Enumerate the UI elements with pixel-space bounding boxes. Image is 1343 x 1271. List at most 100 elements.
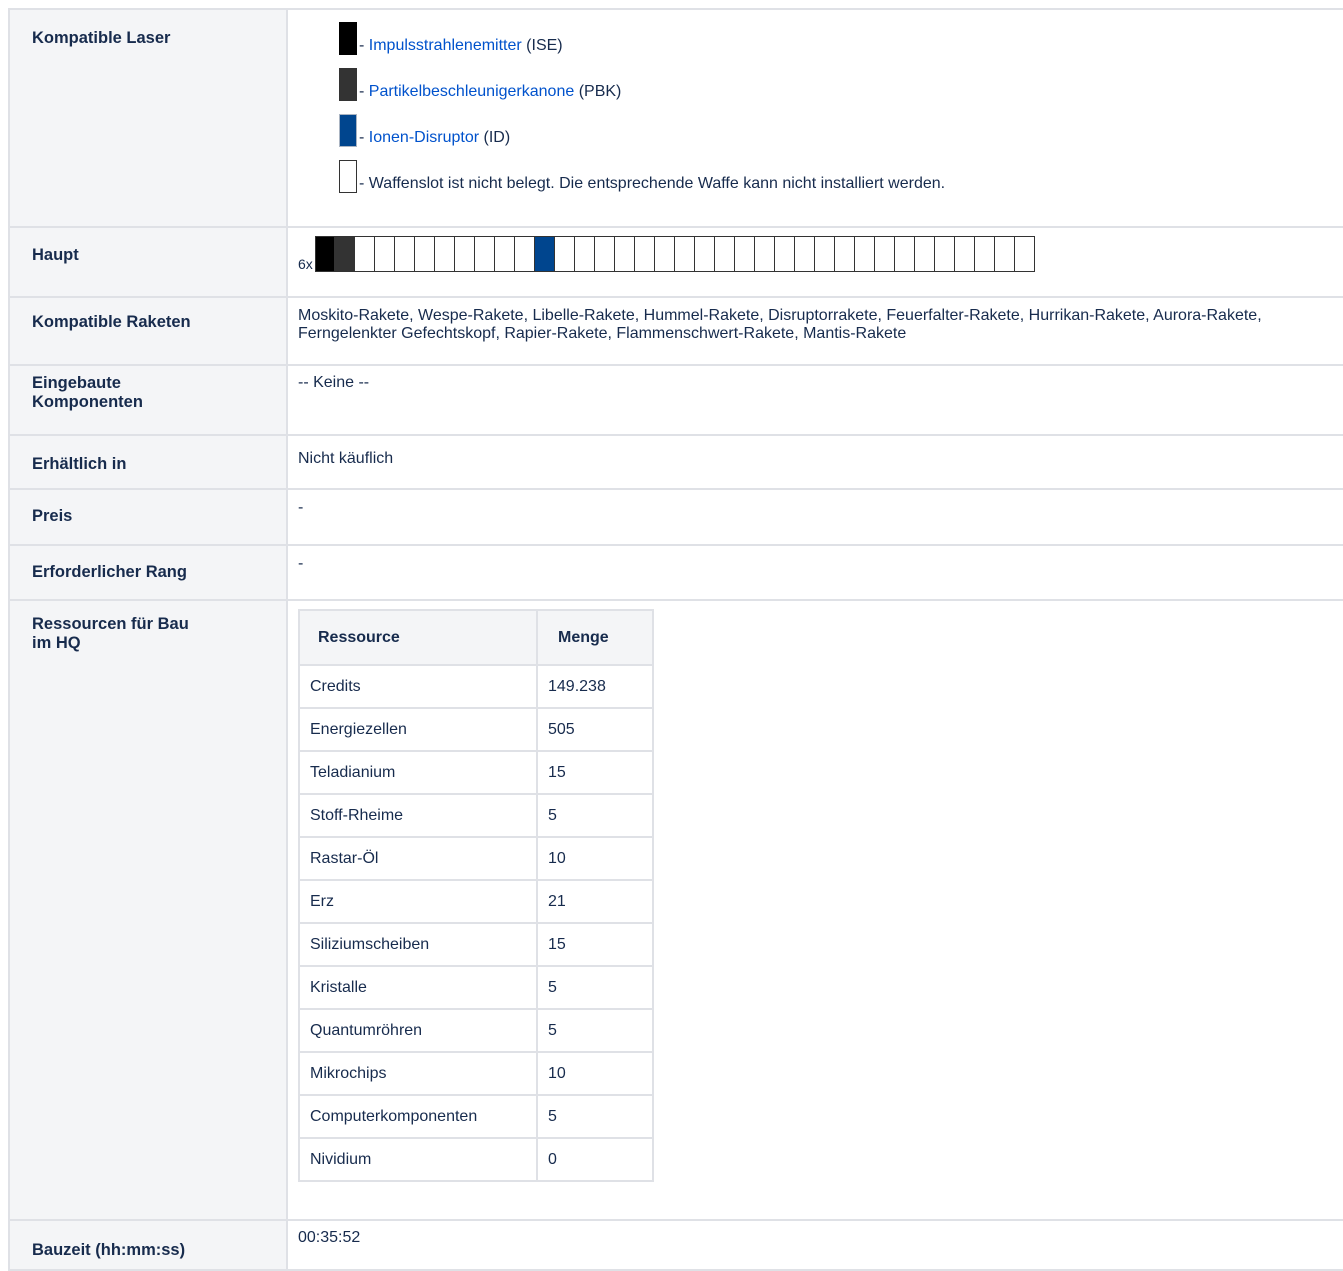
- resource-amount: 0: [536, 1137, 654, 1182]
- components-value: -- Keine --: [298, 374, 370, 391]
- weapon-slot: [614, 236, 635, 272]
- weapon-slot: [474, 236, 495, 272]
- resource-name: Erz: [298, 879, 538, 924]
- build-time-value: 00:35:52: [298, 1229, 361, 1246]
- laser-swatch-empty: [339, 160, 357, 193]
- row-erforderlicher-rang: Erforderlicher Rang -: [8, 544, 1343, 601]
- weapon-slot: [494, 236, 515, 272]
- row-haupt: Haupt 6x: [8, 226, 1343, 298]
- laser-swatch-ise: [339, 22, 357, 55]
- resource-name: Mikrochips: [298, 1051, 538, 1096]
- resource-row: Nividium 0: [298, 1137, 654, 1182]
- resource-amount: 15: [536, 750, 654, 795]
- weapon-slot: [934, 236, 955, 272]
- resource-name: Stoff-Rheime: [298, 793, 538, 838]
- resource-amount: 5: [536, 793, 654, 838]
- weapon-slot: [814, 236, 835, 272]
- weapon-slot: [794, 236, 815, 272]
- label-bauzeit: Bauzeit (hh:mm:ss): [32, 1241, 186, 1259]
- resource-row: Mikrochips 10: [298, 1051, 654, 1096]
- weapon-slot: [634, 236, 655, 272]
- resource-row: Siliziumscheiben 15: [298, 922, 654, 967]
- row-preis: Preis -: [8, 488, 1343, 546]
- weapon-slot: [334, 236, 355, 272]
- weapon-slot: [714, 236, 735, 272]
- weapon-slot: [774, 236, 795, 272]
- weapon-slot: [554, 236, 575, 272]
- weapon-slot: [354, 236, 375, 272]
- resource-amount: 10: [536, 1051, 654, 1096]
- label-kompatible-raketen: Kompatible Raketen: [32, 313, 191, 331]
- resource-name: Rastar-Öl: [298, 836, 538, 881]
- row-kompatible-raketen: Kompatible Raketen Moskito-Rakete, Wespe…: [8, 296, 1343, 366]
- weapon-slot: [754, 236, 775, 272]
- resource-amount: 10: [536, 836, 654, 881]
- legend-item-ise: - Impulsstrahlenemitter (ISE): [339, 22, 1343, 55]
- resource-amount: 15: [536, 922, 654, 967]
- resource-name: Kristalle: [298, 965, 538, 1010]
- row-erhaeltlich-in: Erhältlich in Nicht käuflich: [8, 434, 1343, 490]
- resource-name: Computerkomponenten: [298, 1094, 538, 1139]
- row-bauzeit: Bauzeit (hh:mm:ss) 00:35:52: [8, 1219, 1343, 1271]
- resource-row: Rastar-Öl 10: [298, 836, 654, 881]
- weapon-slot: [974, 236, 995, 272]
- resource-row: Stoff-Rheime 5: [298, 793, 654, 838]
- weapon-slots-cell: 6x: [286, 226, 1343, 298]
- label-eingebaute-komponenten: Eingebaute Komponenten: [32, 374, 143, 411]
- row-kompatible-laser: Kompatible Laser - Impulsstrahlenemitter…: [8, 8, 1343, 228]
- label-ressourcen: Ressourcen für Bau im HQ: [32, 615, 189, 652]
- label-kompatible-laser: Kompatible Laser: [32, 29, 171, 47]
- resource-row: Quantumröhren 5: [298, 1008, 654, 1053]
- legend-item-id: - Ionen-Disruptor (ID): [339, 114, 1343, 147]
- weapon-slot: [734, 236, 755, 272]
- resource-amount: 5: [536, 965, 654, 1010]
- resource-row: Kristalle 5: [298, 965, 654, 1010]
- resource-row: Erz 21: [298, 879, 654, 924]
- resource-name: Quantumröhren: [298, 1008, 538, 1053]
- weapon-slot: [374, 236, 395, 272]
- label-erforderlicher-rang: Erforderlicher Rang: [32, 563, 187, 581]
- row-ressourcen: Ressourcen für Bau im HQ Ressource Menge…: [8, 599, 1343, 1221]
- row-label: Kompatible Laser: [8, 8, 288, 228]
- rank-value: -: [298, 555, 304, 572]
- weapon-slot: [654, 236, 675, 272]
- resource-row: Energiezellen 505: [298, 707, 654, 752]
- resource-row: Teladianium 15: [298, 750, 654, 795]
- legend-item-empty: - Waffenslot ist nicht belegt. Die entsp…: [339, 160, 1343, 193]
- weapon-slot: [954, 236, 975, 272]
- label-preis: Preis: [32, 507, 73, 525]
- resources-table: Ressource Menge Credits 149.238 Energiezel…: [298, 609, 654, 1182]
- weapon-slot: [394, 236, 415, 272]
- price-value: -: [298, 499, 304, 516]
- resources-header-amount: Menge: [536, 609, 654, 666]
- weapon-slot: [914, 236, 935, 272]
- resources-body: Credits 149.238 Energiezellen 505 Teladianiu…: [298, 664, 654, 1182]
- resource-row: Computerkomponenten 5: [298, 1094, 654, 1139]
- weapon-slot: [874, 236, 895, 272]
- weapon-slot: [594, 236, 615, 272]
- resource-amount: 21: [536, 879, 654, 924]
- weapon-slot: [314, 236, 335, 272]
- weapon-slot: [1014, 236, 1035, 272]
- weapon-slot: [834, 236, 855, 272]
- laser-legend: - Impulsstrahlenemitter (ISE) - Partikel…: [298, 10, 1343, 193]
- label-haupt: Haupt: [32, 246, 79, 264]
- resource-amount: 149.238: [536, 664, 654, 709]
- missiles-list: Moskito-Rakete, Wespe-Rakete, Libelle-Ra…: [298, 307, 1262, 342]
- link-partikelbeschleunigerkanone[interactable]: Partikelbeschleunigerkanone: [369, 83, 574, 100]
- resource-amount: 5: [536, 1094, 654, 1139]
- resource-name: Energiezellen: [298, 707, 538, 752]
- resource-amount: 5: [536, 1008, 654, 1053]
- resources-header-name: Ressource: [298, 609, 538, 666]
- resource-name: Teladianium: [298, 750, 538, 795]
- weapon-slot: [574, 236, 595, 272]
- weapon-slot: [414, 236, 435, 272]
- weapon-count: 6x: [298, 256, 313, 272]
- weapon-slot: [454, 236, 475, 272]
- link-ionen-disruptor[interactable]: Ionen-Disruptor: [369, 129, 479, 146]
- weapon-slot: [894, 236, 915, 272]
- resource-row: Credits 149.238: [298, 664, 654, 709]
- resource-name: Credits: [298, 664, 538, 709]
- resource-name: Siliziumscheiben: [298, 922, 538, 967]
- link-impulsstrahlenemitter[interactable]: Impulsstrahlenemitter: [369, 37, 522, 54]
